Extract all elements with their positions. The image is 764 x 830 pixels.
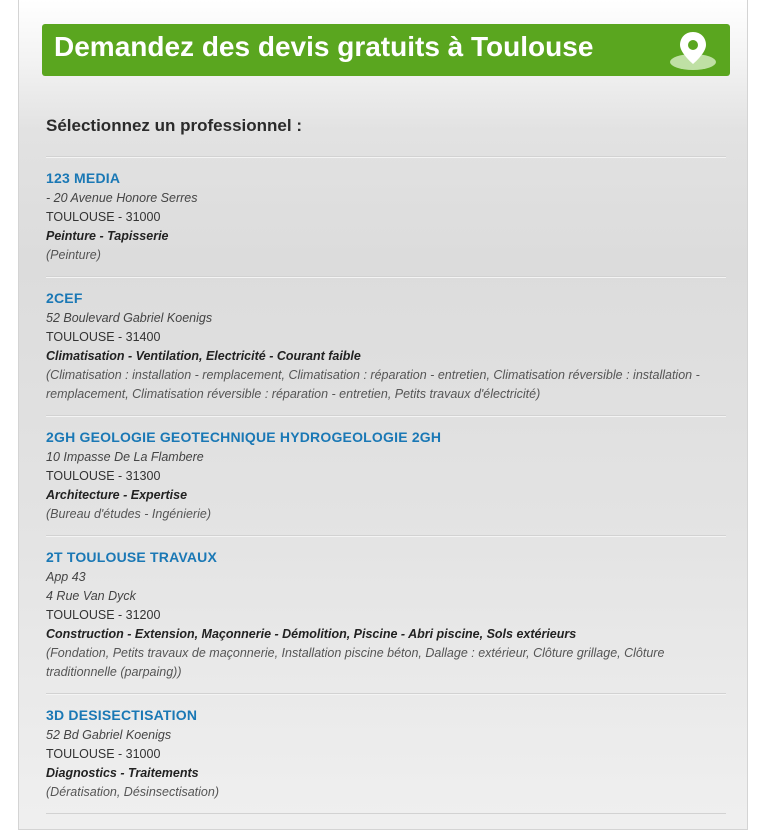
city-postcode: TOULOUSE - 31300 <box>46 469 161 483</box>
city-postcode: TOULOUSE - 31000 <box>46 747 161 761</box>
list-item: 2T TOULOUSE TRAVAUX App 43 4 Rue Van Dyc… <box>46 535 726 693</box>
professional-name-link[interactable]: 3D DESISECTISATION <box>46 706 726 725</box>
subcategories: (Peinture) <box>46 248 101 262</box>
address-line: 52 Boulevard Gabriel Koenigs <box>46 311 213 325</box>
professional-name-link[interactable]: 2GH GEOLOGIE GEOTECHNIQUE HYDROGEOLOGIE … <box>46 428 726 447</box>
address-line: 4 Rue Van Dyck <box>46 589 136 603</box>
list-item: 2GH GEOLOGIE GEOTECHNIQUE HYDROGEOLOGIE … <box>46 415 726 535</box>
categories: Architecture - Expertise <box>46 488 188 502</box>
list-item: 2CEF 52 Boulevard Gabriel Koenigs TOULOU… <box>46 276 726 415</box>
map-pin-icon <box>670 32 716 70</box>
professional-name-link[interactable]: 2CEF <box>46 289 726 308</box>
content-panel: Demandez des devis gratuits à Toulouse S… <box>18 0 748 830</box>
subcategories: (Dératisation, Désinsectisation) <box>46 785 219 799</box>
list-item: 123 MEDIA - 20 Avenue Honore Serres TOUL… <box>46 156 726 276</box>
professional-list: 123 MEDIA - 20 Avenue Honore Serres TOUL… <box>46 156 726 814</box>
professional-name-link[interactable]: 123 MEDIA <box>46 169 726 188</box>
categories: Construction - Extension, Maçonnerie - D… <box>46 627 577 641</box>
categories: Climatisation - Ventilation, Electricité… <box>46 349 361 363</box>
city-postcode: TOULOUSE - 31400 <box>46 330 161 344</box>
section-title: Sélectionnez un professionnel : <box>46 116 302 135</box>
city-postcode: TOULOUSE - 31200 <box>46 608 161 622</box>
subcategories: (Climatisation : installation - remplace… <box>46 368 700 401</box>
address-line: 52 Bd Gabriel Koenigs <box>46 728 172 742</box>
city-postcode: TOULOUSE - 31000 <box>46 210 161 224</box>
banner-title[interactable]: Demandez des devis gratuits à Toulouse <box>54 24 593 76</box>
quote-banner[interactable]: Demandez des devis gratuits à Toulouse <box>42 24 730 76</box>
categories: Diagnostics - Traitements <box>46 766 199 780</box>
subcategories: (Bureau d'études - Ingénierie) <box>46 507 211 521</box>
address-line: App 43 <box>46 570 86 584</box>
professional-name-link[interactable]: 2T TOULOUSE TRAVAUX <box>46 548 726 567</box>
subcategories: (Fondation, Petits travaux de maçonnerie… <box>46 646 665 679</box>
address-line: - 20 Avenue Honore Serres <box>46 191 198 205</box>
address-line: 10 Impasse De La Flambere <box>46 450 204 464</box>
categories: Peinture - Tapisserie <box>46 229 169 243</box>
list-item: 3D DESISECTISATION 52 Bd Gabriel Koenigs… <box>46 693 726 814</box>
